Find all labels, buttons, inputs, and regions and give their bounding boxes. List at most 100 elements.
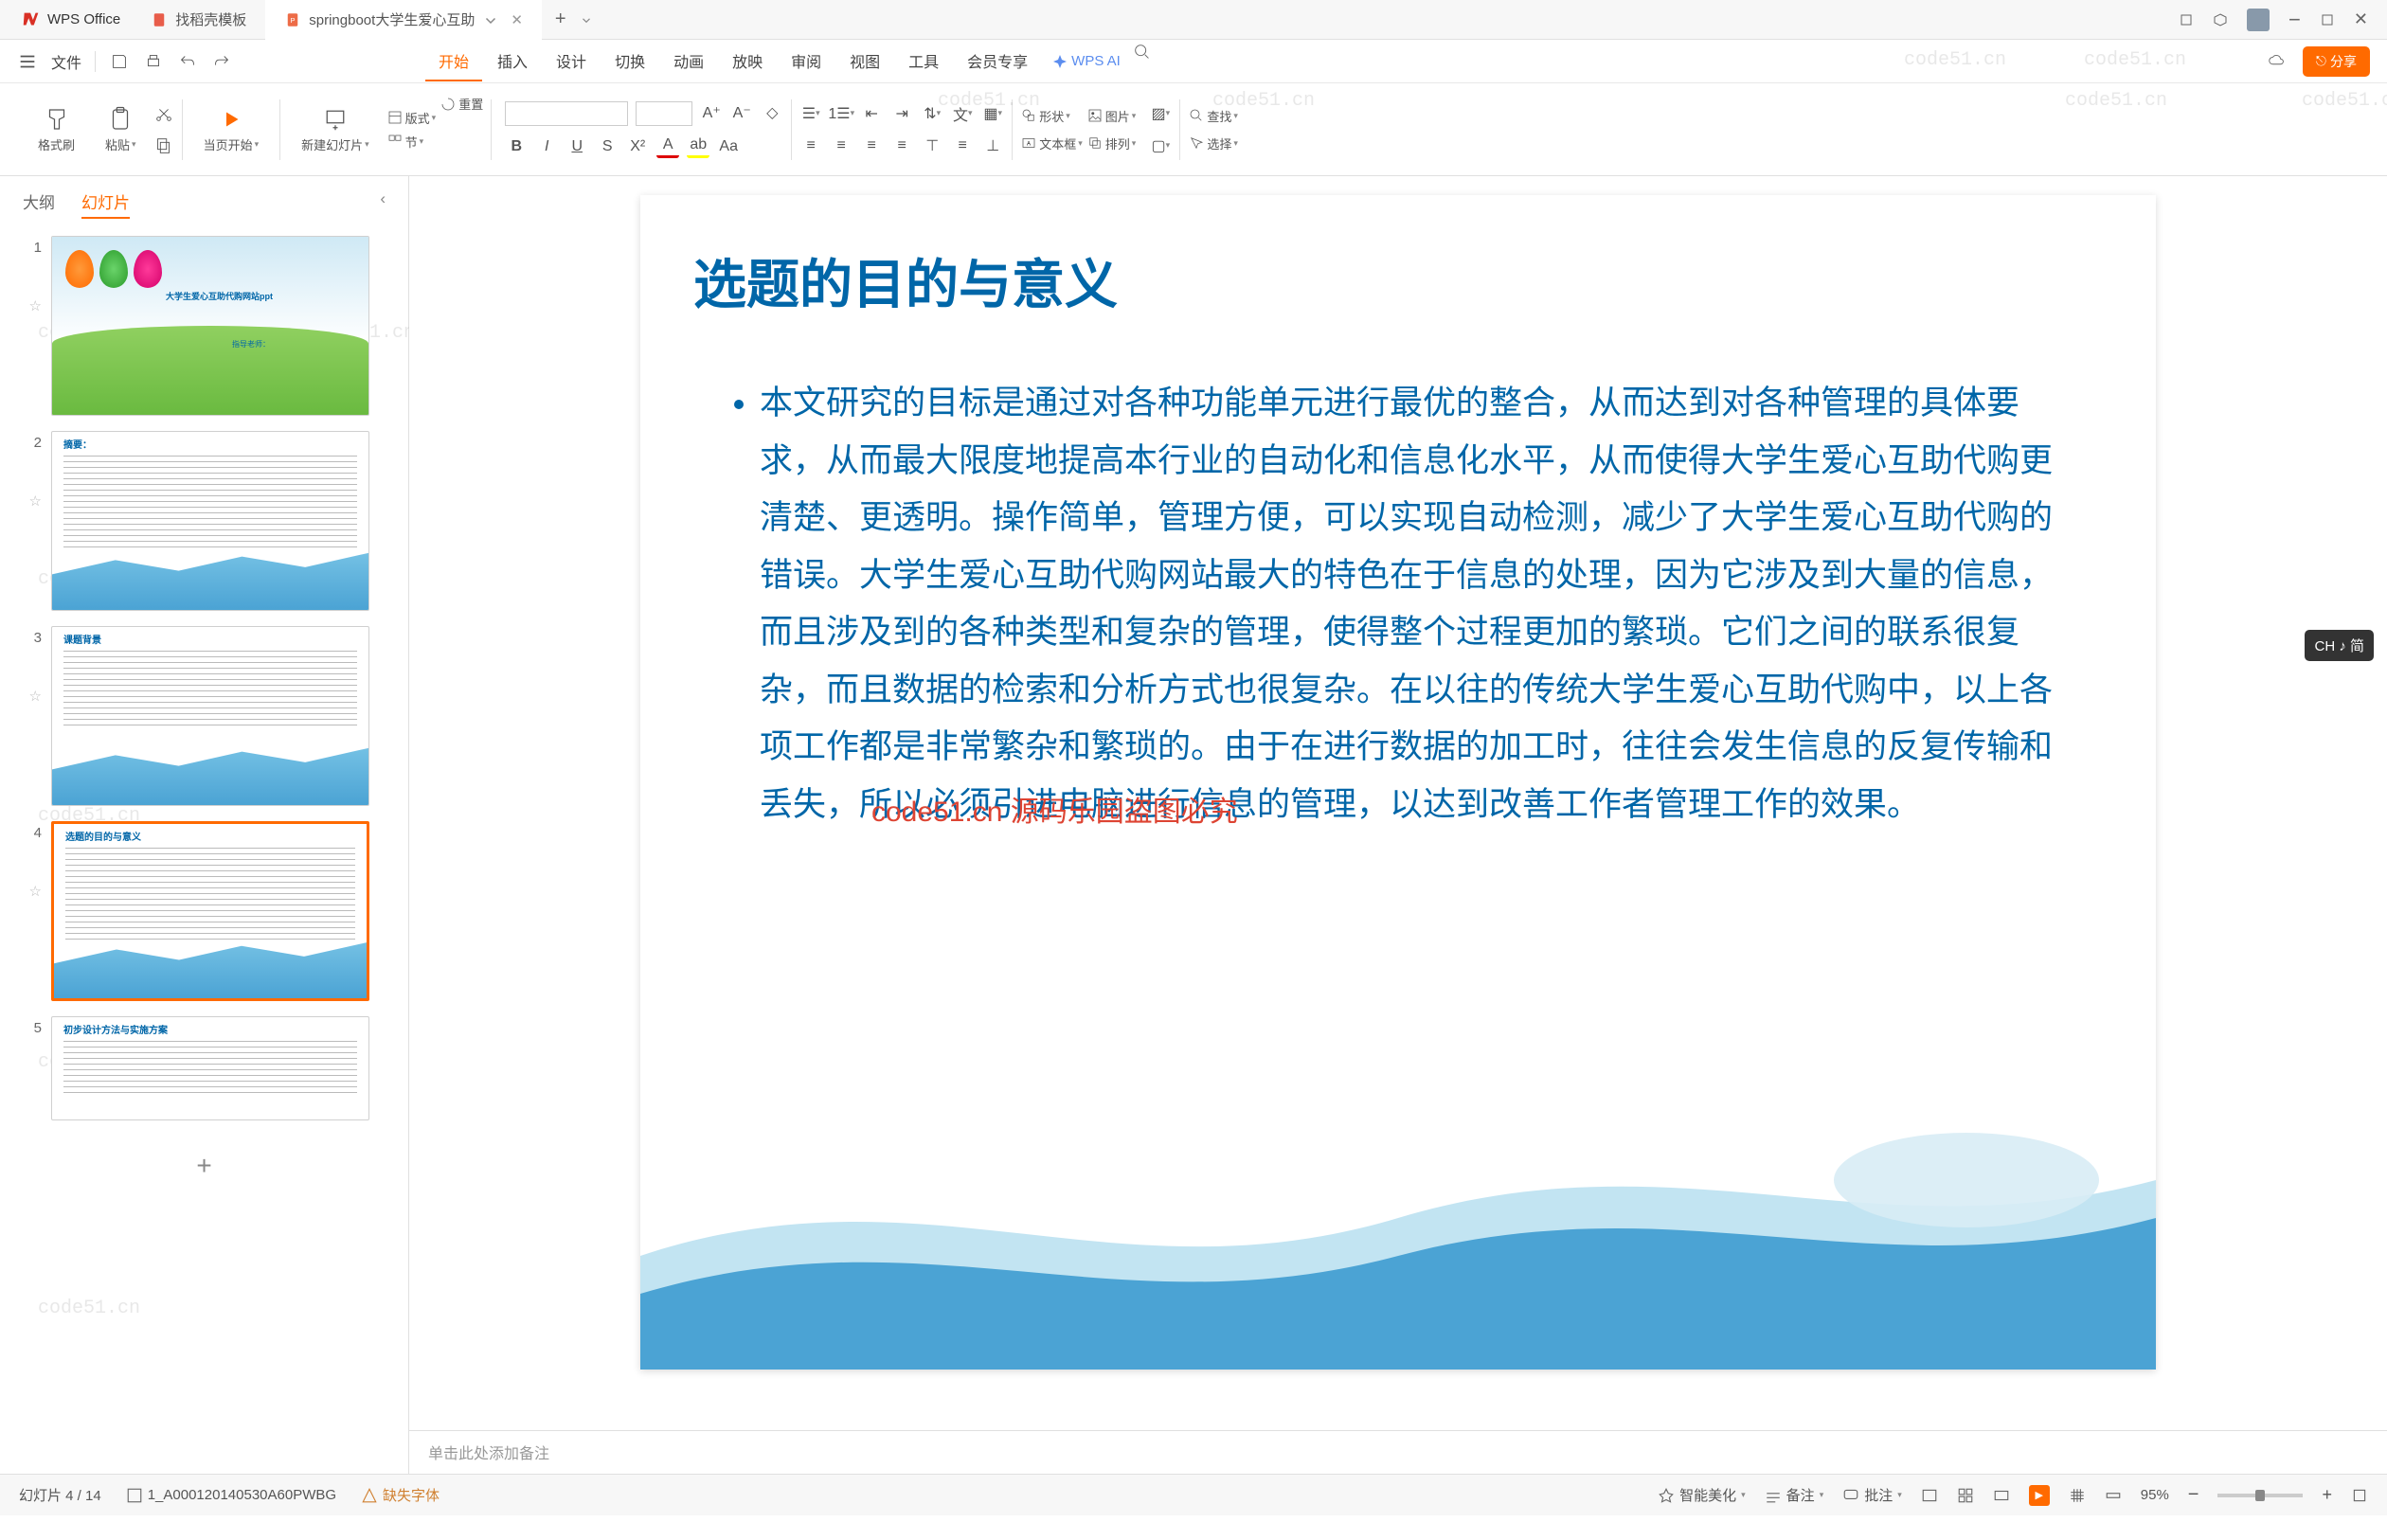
- font-select[interactable]: [505, 101, 628, 126]
- menu-tab-design[interactable]: 设计: [543, 42, 600, 81]
- textbox-button[interactable]: A文本框▾: [1020, 134, 1083, 152]
- notes-input[interactable]: 单击此处添加备注: [409, 1430, 2387, 1474]
- section-button[interactable]: 节▾: [386, 133, 437, 151]
- underline-icon[interactable]: U: [565, 135, 588, 158]
- cube-icon[interactable]: [2213, 12, 2228, 27]
- notes-button[interactable]: 备注▾: [1765, 1485, 1824, 1505]
- shape-button[interactable]: 形状▾: [1020, 107, 1083, 125]
- font-color-icon[interactable]: A: [656, 135, 679, 158]
- close-icon[interactable]: ✕: [511, 11, 523, 28]
- maximize-button[interactable]: [2320, 12, 2335, 27]
- menu-tab-review[interactable]: 审阅: [778, 42, 835, 81]
- thumbnail-list[interactable]: 1☆ 大学生爱心互助代购网站ppt 指导老师： 2☆ 摘要：: [0, 226, 408, 1474]
- align-right-icon[interactable]: ≡: [860, 134, 883, 157]
- zoom-in-button[interactable]: +: [2322, 1485, 2332, 1505]
- menu-tab-view[interactable]: 视图: [836, 42, 893, 81]
- slide-thumb-5[interactable]: 初步设计方法与实施方案: [51, 1016, 369, 1120]
- increase-font-icon[interactable]: A⁺: [700, 101, 723, 124]
- dropdown-icon[interactable]: [482, 11, 499, 28]
- menu-tab-transition[interactable]: 切换: [601, 42, 658, 81]
- comments-button[interactable]: 批注▾: [1842, 1485, 1902, 1505]
- text-direction-icon[interactable]: 文▾: [951, 102, 974, 125]
- save-icon[interactable]: [109, 51, 130, 72]
- cloud-icon[interactable]: [2267, 51, 2288, 72]
- arrange-button[interactable]: 排列▾: [1086, 134, 1137, 152]
- outline-tab[interactable]: 大纲: [23, 189, 55, 219]
- clear-format-icon[interactable]: ◇: [761, 101, 783, 124]
- normal-view-icon[interactable]: [1921, 1487, 1938, 1504]
- slide-thumb-1[interactable]: 大学生爱心互助代购网站ppt 指导老师：: [51, 236, 369, 416]
- share-button[interactable]: ⎋分享: [2303, 46, 2370, 77]
- decrease-font-icon[interactable]: A⁻: [730, 101, 753, 124]
- find-button[interactable]: 查找▾: [1188, 107, 1238, 125]
- menu-tab-insert[interactable]: 插入: [484, 42, 541, 81]
- slide-thumb-2[interactable]: 摘要：: [51, 431, 369, 611]
- star-icon[interactable]: ☆: [23, 263, 42, 314]
- slide-thumb-3[interactable]: 课题背景: [51, 626, 369, 806]
- copy-icon[interactable]: [153, 135, 174, 156]
- align-center-icon[interactable]: ≡: [830, 134, 852, 157]
- format-brush-button[interactable]: 格式刷: [25, 92, 88, 168]
- avatar[interactable]: [2247, 9, 2270, 31]
- sorter-view-icon[interactable]: [1957, 1487, 1974, 1504]
- star-icon[interactable]: ☆: [23, 654, 42, 705]
- slide-canvas[interactable]: 选题的目的与意义 本文研究的目标是通过对各种功能单元进行最优的整合，从而达到对各…: [640, 195, 2156, 1370]
- fit-icon[interactable]: [2351, 1487, 2368, 1504]
- layout-button[interactable]: 版式▾: [386, 109, 437, 127]
- align-justify-icon[interactable]: ≡: [890, 134, 913, 157]
- slide-body[interactable]: 本文研究的目标是通过对各种功能单元进行最优的整合，从而达到对各种管理的具体要求，…: [735, 375, 2080, 833]
- tab-menu-icon[interactable]: [580, 13, 593, 27]
- menu-tab-animation[interactable]: 动画: [660, 42, 717, 81]
- ruler-icon[interactable]: [2105, 1487, 2122, 1504]
- file-menu[interactable]: 文件: [51, 50, 81, 73]
- slides-tab[interactable]: 幻灯片: [81, 189, 130, 219]
- new-slide-button[interactable]: 新建幻灯片▾: [288, 92, 383, 168]
- zoom-slider[interactable]: [2217, 1494, 2303, 1497]
- indent-left-icon[interactable]: ⇤: [860, 102, 883, 125]
- undo-icon[interactable]: [177, 51, 198, 72]
- add-tab-button[interactable]: +: [542, 9, 580, 30]
- tab-templates[interactable]: 找稻壳模板: [132, 0, 265, 40]
- indent-right-icon[interactable]: ⇥: [890, 102, 913, 125]
- minimize-button[interactable]: −: [2288, 8, 2301, 32]
- slideshow-button[interactable]: ▶: [2029, 1485, 2050, 1506]
- search-icon[interactable]: [1132, 42, 1153, 63]
- menu-tab-start[interactable]: 开始: [425, 42, 482, 81]
- wps-ai-button[interactable]: WPS AI: [1052, 42, 1121, 81]
- align-bottom-icon[interactable]: ⊥: [981, 134, 1004, 157]
- reset-button[interactable]: 重置: [440, 95, 483, 113]
- missing-font[interactable]: 缺失字体: [361, 1485, 440, 1505]
- add-slide-button[interactable]: +: [23, 1136, 386, 1196]
- zoom-out-button[interactable]: −: [2188, 1484, 2199, 1506]
- font-size-select[interactable]: [636, 101, 692, 126]
- select-button[interactable]: 选择▾: [1188, 134, 1238, 152]
- menu-icon[interactable]: [17, 51, 38, 72]
- grid-icon[interactable]: [2069, 1487, 2086, 1504]
- align-left-icon[interactable]: ≡: [799, 134, 822, 157]
- align-middle-icon[interactable]: ≡: [951, 134, 974, 157]
- slide-thumb-4[interactable]: 选题的目的与意义: [51, 821, 369, 1001]
- window-restore-icon[interactable]: [2179, 12, 2194, 27]
- strike-icon[interactable]: S: [596, 135, 619, 158]
- menu-tab-vip[interactable]: 会员专享: [954, 42, 1041, 81]
- file-id[interactable]: 1_A000120140530A60PWBG: [126, 1487, 336, 1504]
- bullets-icon[interactable]: ☰▾: [799, 102, 822, 125]
- star-icon[interactable]: ☆: [23, 849, 42, 900]
- star-icon[interactable]: ☆: [23, 458, 42, 510]
- cut-icon[interactable]: [153, 103, 174, 124]
- outline-color-icon[interactable]: ▢▾: [1149, 134, 1172, 157]
- tab-document[interactable]: P springboot大学生爱心互助 ✕: [265, 0, 542, 40]
- italic-icon[interactable]: I: [535, 135, 558, 158]
- menu-tab-slideshow[interactable]: 放映: [719, 42, 776, 81]
- line-spacing-icon[interactable]: ⇅▾: [921, 102, 943, 125]
- smart-beautify-button[interactable]: 智能美化▾: [1658, 1485, 1746, 1505]
- align-top-icon[interactable]: ⊤: [921, 134, 943, 157]
- zoom-value[interactable]: 95%: [2141, 1487, 2169, 1503]
- image-button[interactable]: 图片▾: [1086, 107, 1137, 125]
- numbering-icon[interactable]: 1☰▾: [830, 102, 852, 125]
- collapse-icon[interactable]: ‹: [380, 189, 386, 219]
- bold-icon[interactable]: B: [505, 135, 528, 158]
- columns-icon[interactable]: ▦▾: [981, 102, 1004, 125]
- paste-button[interactable]: 粘贴▾: [92, 92, 150, 168]
- redo-icon[interactable]: [211, 51, 232, 72]
